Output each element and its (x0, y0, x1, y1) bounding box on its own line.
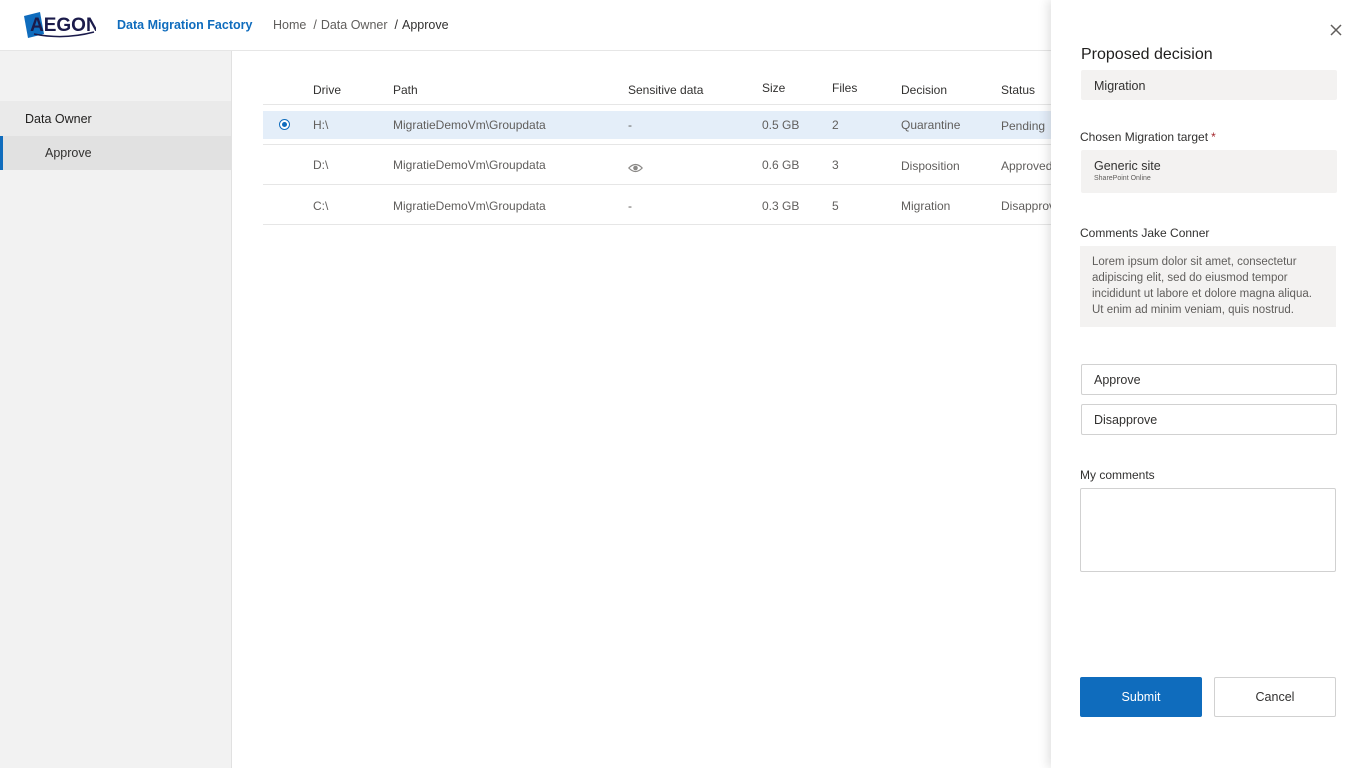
table-row[interactable]: H:\ MigratieDemoVm\Groupdata - 0.5 GB 2 … (263, 111, 1051, 139)
cancel-button[interactable]: Cancel (1214, 677, 1336, 717)
column-header-drive[interactable]: Drive (313, 83, 341, 97)
folders-table: Drive Path Sensitive data Size Files Dec… (263, 70, 1055, 225)
cell-status: Approved (1001, 159, 1053, 173)
my-comments-input[interactable] (1080, 488, 1336, 572)
aegon-logo[interactable]: AEGON (24, 12, 100, 38)
cell-drive: H:\ (313, 118, 329, 132)
proposed-decision-field: Migration (1081, 70, 1337, 100)
close-icon[interactable] (1328, 22, 1344, 38)
cell-size: 0.3 GB (762, 199, 800, 213)
cell-drive: C:\ (313, 199, 329, 213)
cell-drive: D:\ (313, 158, 329, 172)
my-comments-label: My comments (1080, 468, 1155, 482)
panel-title: Proposed decision (1081, 46, 1213, 63)
sidebar-item-approve[interactable]: Approve (0, 136, 231, 170)
app-title[interactable]: Data Migration Factory (117, 18, 252, 32)
column-header-files[interactable]: Files (832, 81, 857, 95)
submit-button[interactable]: Submit (1080, 677, 1202, 717)
cell-decision: Disposition (901, 159, 960, 173)
cell-sensitive: - (628, 199, 632, 213)
cell-path: MigratieDemoVm\Groupdata (393, 118, 546, 132)
table-header: Drive Path Sensitive data Size Files Dec… (263, 70, 1051, 105)
row-select-radio[interactable] (279, 119, 290, 130)
breadcrumb-data-owner[interactable]: Data Owner (321, 18, 388, 32)
breadcrumb: Home / Data Owner / Approve (273, 18, 449, 32)
decision-panel: Proposed decision Migration Chosen Migra… (1051, 0, 1366, 768)
target-label-text: Chosen Migration target (1080, 130, 1209, 144)
sidebar-group-label: Data Owner (25, 112, 92, 126)
table-row[interactable]: D:\ MigratieDemoVm\Groupdata 0.6 GB 3 Di… (263, 145, 1053, 185)
target-label: Chosen Migration target * (1080, 130, 1216, 144)
sidebar: Data Owner Approve (0, 51, 232, 768)
proposed-decision-value: Migration (1094, 79, 1146, 93)
breadcrumb-approve: Approve (402, 18, 449, 32)
cell-path: MigratieDemoVm\Groupdata (393, 199, 546, 213)
cell-status: Pending (1001, 119, 1046, 133)
column-header-size[interactable]: Size (762, 81, 785, 95)
cell-decision: Migration (901, 199, 951, 213)
cell-size: 0.6 GB (762, 158, 800, 172)
column-header-sensitive[interactable]: Sensitive data (628, 83, 703, 97)
cell-files: 2 (832, 118, 839, 132)
migration-target-field[interactable]: Generic site SharePoint Online (1081, 150, 1337, 193)
sidebar-group-data-owner[interactable]: Data Owner (0, 101, 231, 136)
column-header-decision[interactable]: Decision (901, 83, 947, 97)
cell-path: MigratieDemoVm\Groupdata (393, 158, 546, 172)
disapprove-option-button[interactable]: Disapprove (1081, 404, 1337, 435)
breadcrumb-home[interactable]: Home (273, 18, 306, 32)
cell-decision: Quarantine (901, 118, 961, 132)
table-row[interactable]: C:\ MigratieDemoVm\Groupdata - 0.3 GB 5 … (263, 185, 1055, 225)
target-value: Generic site (1094, 159, 1161, 173)
comments-text: Lorem ipsum dolor sit amet, consectetur … (1080, 246, 1336, 327)
cell-sensitive: - (628, 118, 632, 132)
eye-icon[interactable] (627, 160, 644, 173)
cell-files: 5 (832, 199, 839, 213)
sidebar-item-label: Approve (45, 146, 92, 160)
svg-text:AEGON: AEGON (30, 15, 96, 36)
target-subtext: SharePoint Online (1094, 175, 1151, 182)
cell-files: 3 (832, 158, 839, 172)
comments-label: Comments Jake Conner (1080, 226, 1210, 240)
cell-size: 0.5 GB (762, 118, 800, 132)
cell-status: Disapprov (1001, 199, 1056, 213)
required-mark: * (1211, 130, 1216, 144)
column-header-path[interactable]: Path (393, 83, 418, 97)
approve-option-button[interactable]: Approve (1081, 364, 1337, 395)
column-header-status[interactable]: Status (1001, 83, 1035, 97)
